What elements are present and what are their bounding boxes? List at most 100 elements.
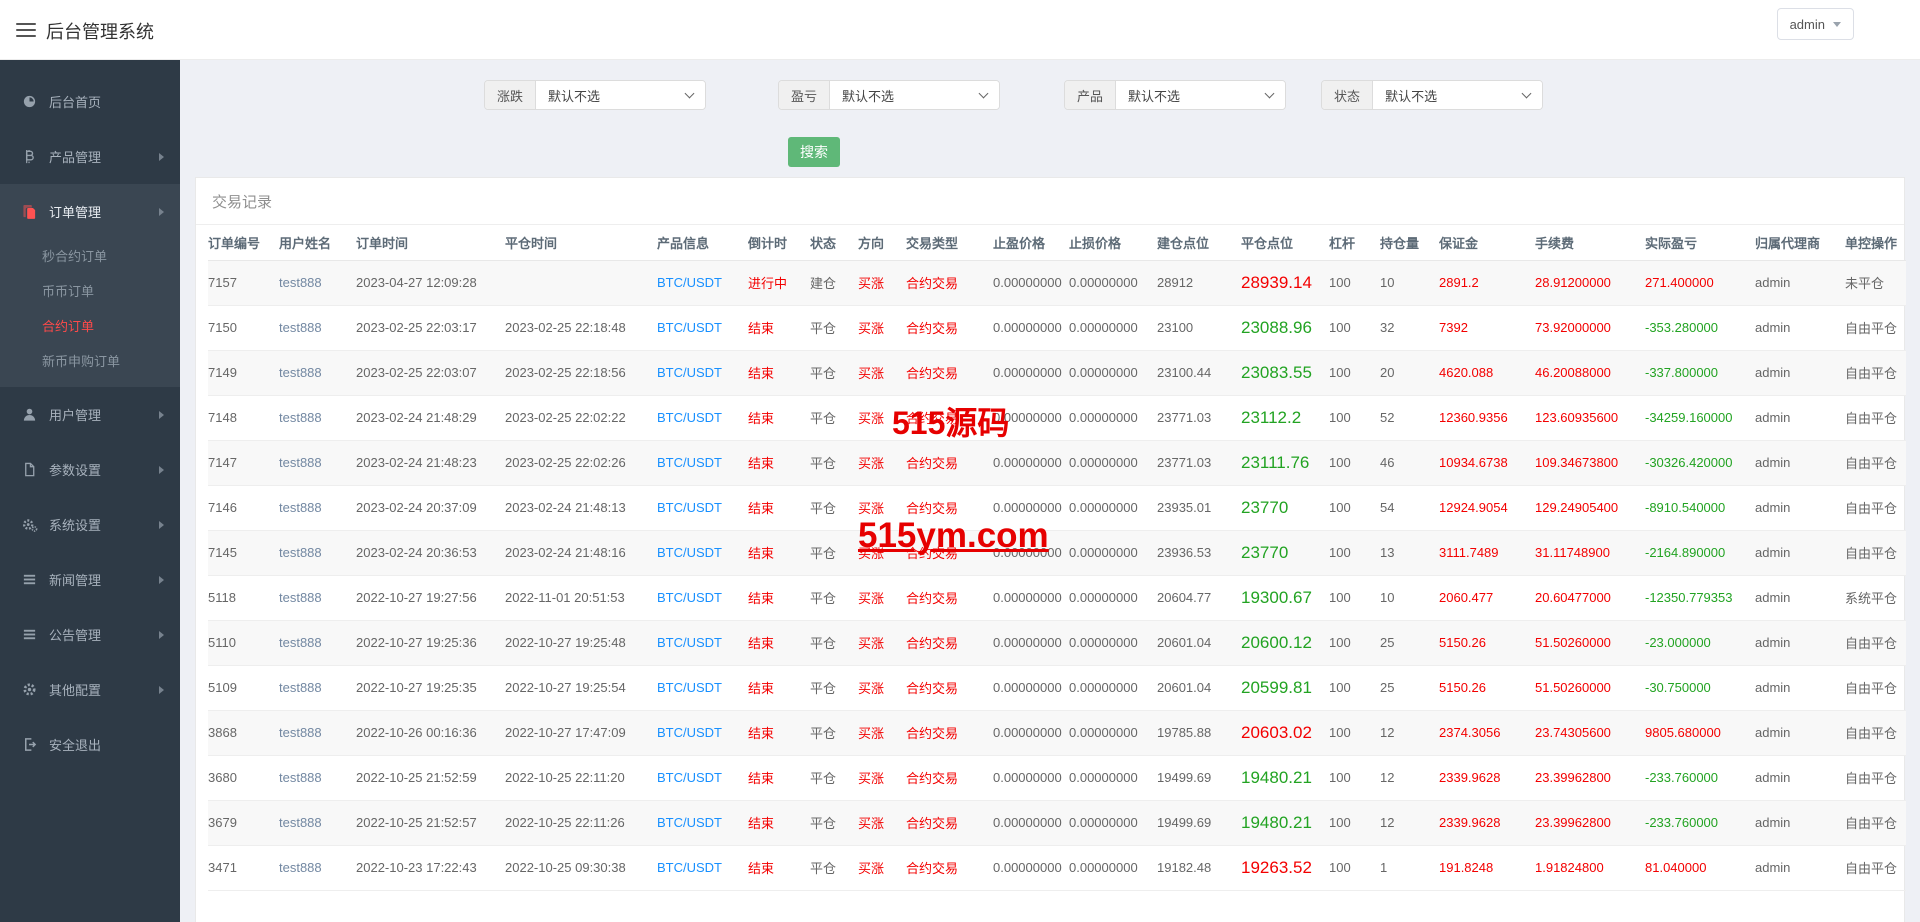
sidebar-subitem[interactable]: 合约订单 <box>0 309 180 344</box>
table-row: 7146test8882023-02-24 20:37:092023-02-24… <box>208 485 1906 530</box>
close_time-cell: 2022-10-25 22:11:20 <box>505 755 657 800</box>
profit-select[interactable]: 默认不选 <box>830 81 999 109</box>
product-cell[interactable]: BTC/USDT <box>657 845 748 890</box>
close_pt-cell: 23112.2 <box>1241 395 1329 440</box>
direction-cell: 买涨 <box>858 260 906 305</box>
sidebar-item-logout[interactable]: 安全退出 <box>0 717 180 772</box>
sidebar-item-params[interactable]: 参数设置 <box>0 442 180 497</box>
sidebar-subitem[interactable]: 币币订单 <box>0 274 180 309</box>
table-header-row: 订单编号用户姓名订单时间平仓时间产品信息倒计时状态方向交易类型止盈价格止损价格建… <box>208 225 1906 260</box>
sidebar-item-user[interactable]: 用户管理 <box>0 387 180 442</box>
profit-cell: -23.000000 <box>1645 620 1755 665</box>
op-cell: 自由平仓 <box>1845 530 1906 575</box>
sidebar-subitem[interactable]: 秒合约订单 <box>0 239 180 274</box>
fee-cell: 23.74305600 <box>1535 710 1645 755</box>
col-header-user: 用户姓名 <box>279 225 356 260</box>
lever-cell: 100 <box>1329 350 1380 395</box>
open_time-cell: 2023-04-27 12:09:28 <box>356 260 505 305</box>
product-select[interactable]: 默认不选 <box>1116 81 1285 109</box>
direction-cell: 买涨 <box>858 530 906 575</box>
sl-cell: 0.00000000 <box>1069 755 1157 800</box>
product-cell[interactable]: BTC/USDT <box>657 395 748 440</box>
product-cell[interactable]: BTC/USDT <box>657 755 748 800</box>
close_time-cell: 2023-02-25 22:18:56 <box>505 350 657 395</box>
product-cell[interactable]: BTC/USDT <box>657 575 748 620</box>
product-cell[interactable]: BTC/USDT <box>657 305 748 350</box>
updown-select[interactable]: 默认不选 <box>536 81 705 109</box>
sidebar-item-order[interactable]: 订单管理 <box>0 184 180 239</box>
op-cell: 系统平仓 <box>1845 575 1906 620</box>
filter-profit: 盈亏 默认不选 <box>778 80 1000 110</box>
product-cell[interactable]: BTC/USDT <box>657 620 748 665</box>
table-row: 7150test8882023-02-25 22:03:172023-02-25… <box>208 305 1906 350</box>
agent-cell: admin <box>1755 485 1845 530</box>
margin-cell: 10934.6738 <box>1439 440 1535 485</box>
vol-cell: 10 <box>1380 260 1439 305</box>
close_pt-cell: 20603.02 <box>1241 710 1329 755</box>
sidebar-item-product[interactable]: 产品管理 <box>0 129 180 184</box>
sidebar-item-notice[interactable]: 公告管理 <box>0 607 180 662</box>
open_time-cell: 2022-10-25 21:52:57 <box>356 800 505 845</box>
profit-cell: -2164.890000 <box>1645 530 1755 575</box>
product-cell[interactable]: BTC/USDT <box>657 260 748 305</box>
product-cell[interactable]: BTC/USDT <box>657 350 748 395</box>
product-cell[interactable]: BTC/USDT <box>657 440 748 485</box>
status-cell: 平仓 <box>810 755 858 800</box>
profit-cell: -233.760000 <box>1645 800 1755 845</box>
sidebar-item-other[interactable]: 其他配置 <box>0 662 180 717</box>
close_time-cell: 2023-02-24 21:48:16 <box>505 530 657 575</box>
product-cell[interactable]: BTC/USDT <box>657 485 748 530</box>
sidebar-subitem[interactable]: 新币申购订单 <box>0 344 180 379</box>
profit-cell: 271.400000 <box>1645 260 1755 305</box>
type-cell: 合约交易 <box>906 665 993 710</box>
countdown-cell: 结束 <box>748 755 810 800</box>
filter-status: 状态 默认不选 <box>1321 80 1543 110</box>
status-select[interactable]: 默认不选 <box>1373 81 1542 109</box>
sidebar-item-news[interactable]: 新闻管理 <box>0 552 180 607</box>
agent-cell: admin <box>1755 260 1845 305</box>
search-button[interactable]: 搜索 <box>788 137 840 167</box>
open_pt-cell: 23100 <box>1157 305 1241 350</box>
user-icon <box>22 407 40 422</box>
open_pt-cell: 19182.48 <box>1157 845 1241 890</box>
doc-icon <box>22 462 40 477</box>
product-cell[interactable]: BTC/USDT <box>657 665 748 710</box>
product-label: 产品 <box>1065 81 1116 109</box>
sl-cell: 0.00000000 <box>1069 395 1157 440</box>
table-row: 5110test8882022-10-27 19:25:362022-10-27… <box>208 620 1906 665</box>
col-header-agent: 归属代理商 <box>1755 225 1845 260</box>
id-cell: 3680 <box>208 755 279 800</box>
sidebar-item-system[interactable]: 系统设置 <box>0 497 180 552</box>
fee-cell: 23.39962800 <box>1535 800 1645 845</box>
chevron-down-icon <box>1833 22 1841 27</box>
fee-cell: 46.20088000 <box>1535 350 1645 395</box>
sidebar-item-home[interactable]: 后台首页 <box>0 74 180 129</box>
filter-row-2: 涨跌 默认不选 盈亏 默认不选 产品 默认不选 <box>484 80 1920 110</box>
col-header-product: 产品信息 <box>657 225 748 260</box>
op-cell: 自由平仓 <box>1845 620 1906 665</box>
col-header-direction: 方向 <box>858 225 906 260</box>
tp-cell: 0.00000000 <box>993 305 1069 350</box>
sl-cell: 0.00000000 <box>1069 350 1157 395</box>
countdown-cell: 结束 <box>748 305 810 350</box>
product-cell[interactable]: BTC/USDT <box>657 710 748 755</box>
user-dropdown[interactable]: admin <box>1777 8 1854 40</box>
table-row: 7147test8882023-02-24 21:48:232023-02-25… <box>208 440 1906 485</box>
status-cell: 建仓 <box>810 260 858 305</box>
user-cell: test888 <box>279 530 356 575</box>
updown-label: 涨跌 <box>485 81 536 109</box>
margin-cell: 7392 <box>1439 305 1535 350</box>
open_time-cell: 2022-10-27 19:27:56 <box>356 575 505 620</box>
open_time-cell: 2023-02-24 21:48:29 <box>356 395 505 440</box>
sidebar-group-order: 订单管理秒合约订单币币订单合约订单新币申购订单 <box>0 184 180 387</box>
user-cell: test888 <box>279 395 356 440</box>
product-cell[interactable]: BTC/USDT <box>657 800 748 845</box>
hamburger-menu-icon[interactable] <box>16 23 36 41</box>
status-cell: 平仓 <box>810 845 858 890</box>
col-header-type: 交易类型 <box>906 225 993 260</box>
product-cell[interactable]: BTC/USDT <box>657 530 748 575</box>
status-cell: 平仓 <box>810 305 858 350</box>
chevron-down-icon <box>979 89 989 99</box>
lever-cell: 100 <box>1329 260 1380 305</box>
tp-cell: 0.00000000 <box>993 710 1069 755</box>
